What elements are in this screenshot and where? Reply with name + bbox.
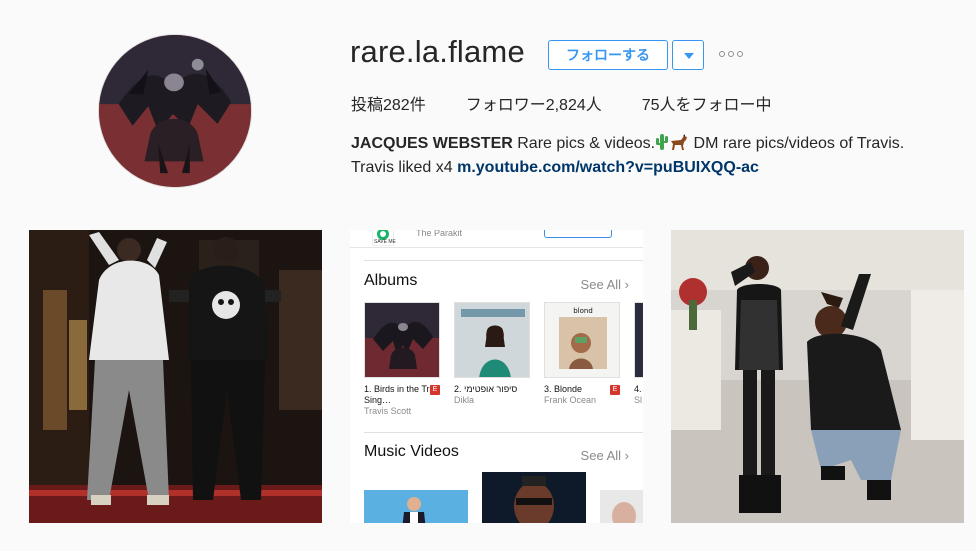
album-title-2: 2. סיפור אופטימי [454, 384, 518, 394]
following-count[interactable]: 75人をフォロー中 [642, 91, 772, 115]
followers-count[interactable]: フォロワー2,824人 [466, 91, 602, 115]
videos-see-all: See All › [581, 448, 629, 463]
albums-see-all-text: See All [580, 277, 622, 292]
album-art-3-text: blond [573, 307, 593, 315]
profile-page: rare.la.flame フォローする 投稿282件 フォロワー2,824人 … [0, 0, 976, 551]
video-thumb-partial [600, 490, 643, 523]
suggestions-dropdown-button[interactable] [672, 40, 704, 70]
album-art-3: blond [544, 302, 620, 378]
ellipsis-icon [719, 51, 725, 57]
album-item-4: 4. Sl [634, 302, 643, 406]
horse-icon [671, 134, 688, 150]
videos-see-all-text: See All [580, 448, 622, 463]
profile-username: rare.la.flame [350, 34, 525, 69]
partial-get-button [544, 230, 612, 238]
save-me-label: SAVE ME [374, 239, 396, 245]
bio-line-2: Travis liked x4 [351, 159, 458, 176]
profile-stats: 投稿282件 フォロワー2,824人 75人をフォロー中 [351, 91, 812, 115]
album-item-1: 1. Birds in the Trap Sing… Travis Scott … [364, 302, 440, 417]
bio-text-2: DM rare pics/videos of Travis. [689, 135, 905, 152]
albums-see-all: See All › [581, 277, 629, 292]
more-options-button[interactable] [718, 44, 746, 64]
album-art-1 [364, 302, 440, 378]
explicit-badge: E [430, 385, 440, 395]
album-art-2 [454, 302, 530, 378]
chevron-right-icon: › [624, 448, 629, 463]
profile-bio: JACQUES WEBSTER Rare pics & videos. DM r… [351, 132, 951, 180]
bio-link[interactable]: m.youtube.com/watch?v=puBUIXQQ-ac [457, 159, 759, 176]
album-art-blonde: blond [545, 303, 619, 377]
profile-avatar[interactable] [98, 34, 252, 188]
video-thumb-1 [364, 490, 468, 523]
post-thumbnail-3[interactable] [671, 230, 964, 523]
album-artist-2: Dikla [454, 395, 475, 405]
partial-track-title: The Parakit [416, 230, 463, 238]
chevron-right-icon: › [624, 277, 629, 292]
music-videos-section-title: Music Videos [364, 443, 459, 460]
post-thumbnail-1[interactable] [29, 230, 322, 523]
divider [364, 260, 643, 261]
post-image-3 [671, 230, 964, 523]
ellipsis-icon [737, 51, 743, 57]
follow-button[interactable]: フォローする [548, 40, 668, 70]
explicit-badge: E [610, 385, 620, 395]
bio-text: Rare pics & videos. [512, 135, 656, 152]
album-artist-1: Travis Scott [364, 406, 412, 416]
ellipsis-icon [728, 51, 734, 57]
video-thumb-psy [364, 490, 468, 523]
caret-down-icon [684, 53, 694, 59]
album-art-4 [634, 302, 643, 378]
video-thumb-3 [600, 490, 643, 523]
album-artist-4: Sl [634, 395, 643, 405]
partial-track-row: SAVE ME The Parakit [350, 230, 643, 248]
album-title-1: 1. Birds in the Trap Sing… [364, 384, 440, 405]
post-image-1 [29, 230, 322, 523]
albums-section-title: Albums [364, 272, 418, 289]
avatar-image [99, 35, 251, 187]
music-app-screenshot: SAVE ME The Parakit Albums See All › 1. … [350, 230, 643, 523]
cactus-icon [656, 134, 669, 150]
divider [364, 432, 643, 433]
album-title-3: 3. Blonde [544, 384, 583, 394]
album-artist-3: Frank Ocean [544, 395, 597, 405]
post-thumbnail-2[interactable]: SAVE ME The Parakit Albums See All › 1. … [350, 230, 643, 523]
album-art-birds [365, 303, 439, 377]
video-thumb-face [482, 472, 586, 523]
bio-full-name: JACQUES WEBSTER [351, 135, 513, 152]
posts-count: 投稿282件 [351, 97, 426, 114]
video-thumb-2 [482, 472, 586, 523]
album-title-4: 4. [634, 384, 642, 394]
album-item-2: 2. סיפור אופטימי Dikla [454, 302, 530, 406]
album-art-dikla [455, 303, 529, 377]
album-item-3: blond 3. Blonde Frank Ocean E [544, 302, 620, 406]
